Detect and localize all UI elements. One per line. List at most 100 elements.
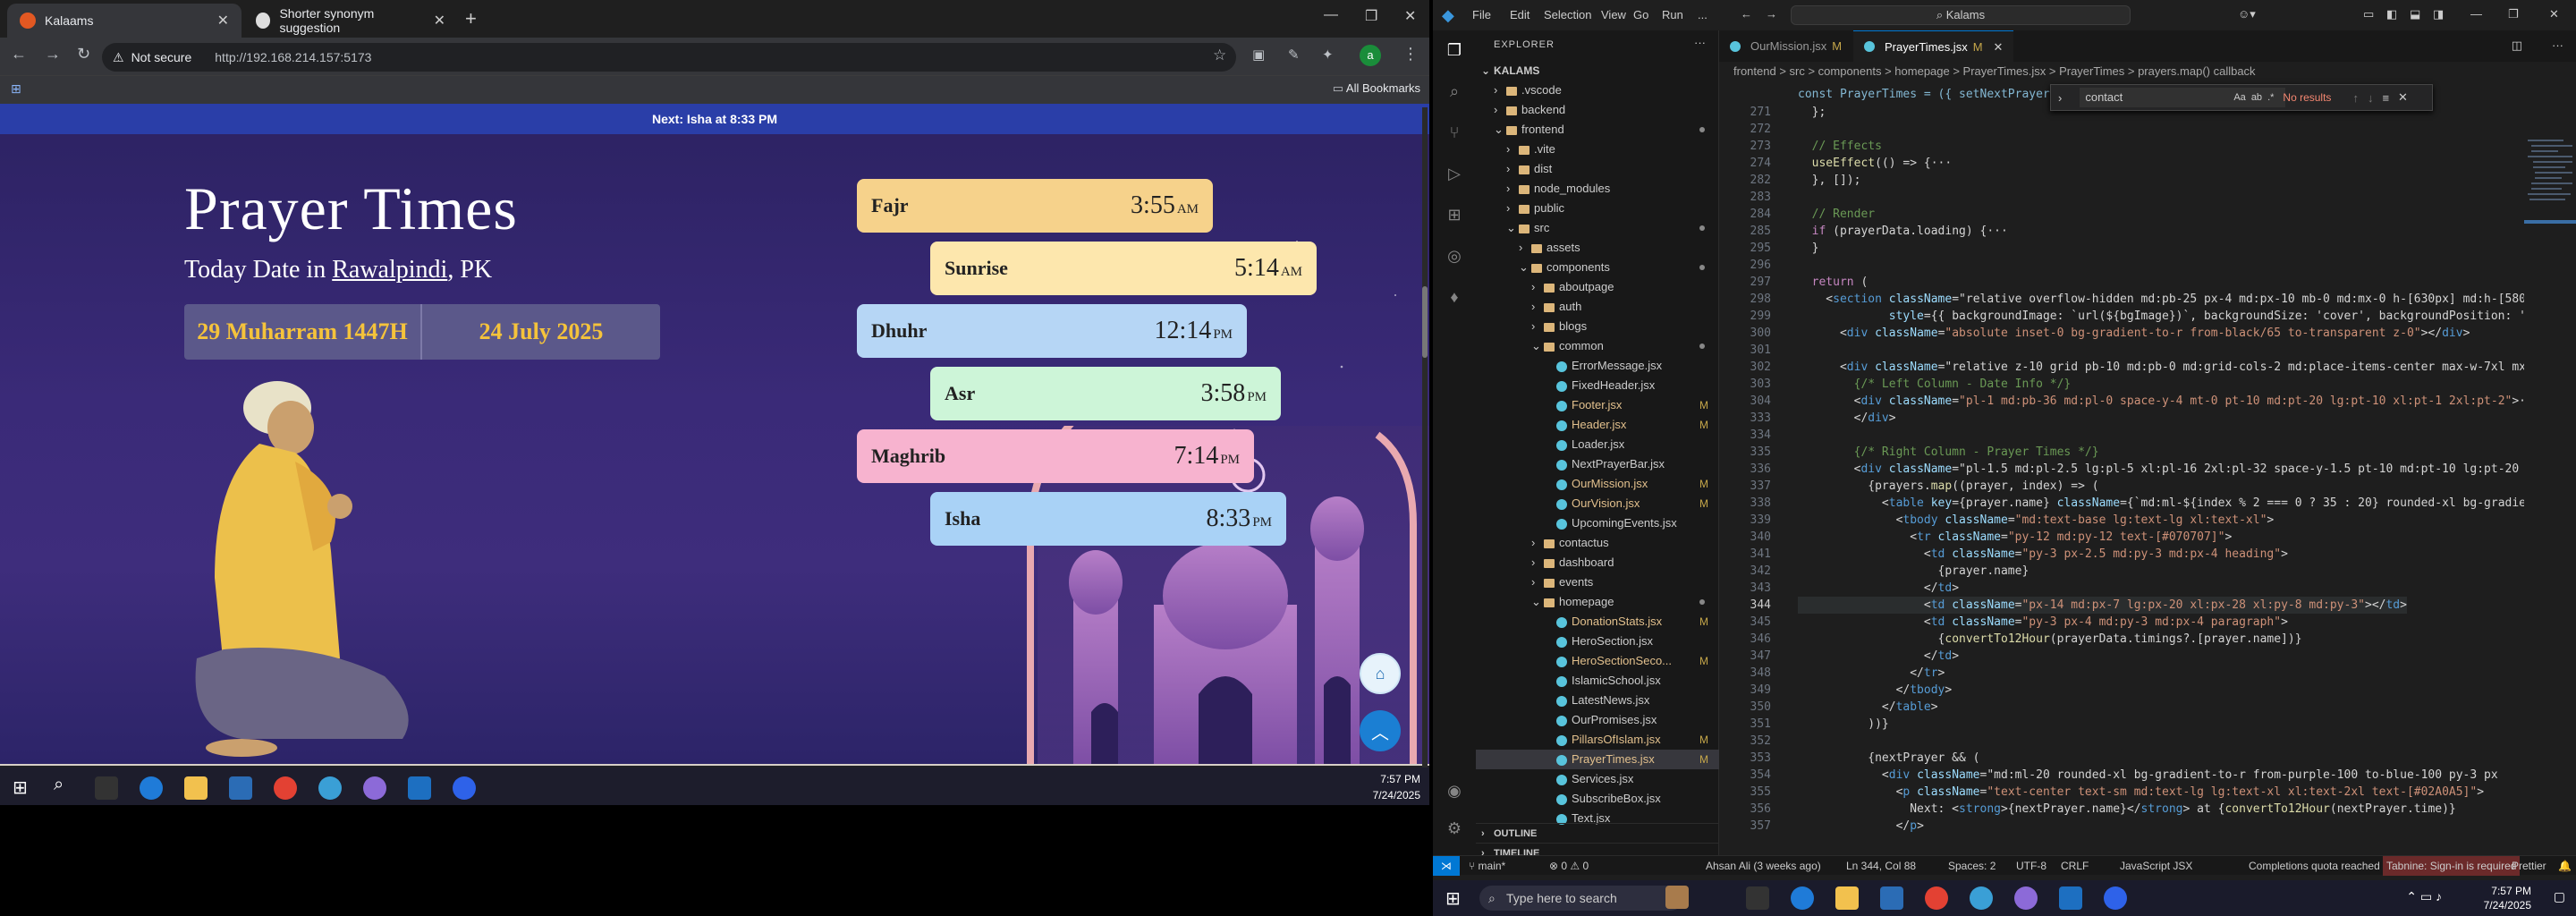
- minimap[interactable]: [2524, 86, 2576, 837]
- line-ending[interactable]: CRLF: [2061, 856, 2089, 876]
- forward-arrow-icon[interactable]: →: [1766, 7, 1777, 21]
- tree-folder-blogs[interactable]: › blogs: [1476, 317, 1719, 336]
- tree-file-errormessage-jsx[interactable]: ErrorMessage.jsx: [1476, 356, 1719, 376]
- windows-start-icon[interactable]: ⊞: [13, 776, 28, 799]
- tree-folder-vite[interactable]: › .vite: [1476, 140, 1719, 159]
- tree-folder-public[interactable]: › public: [1476, 199, 1719, 218]
- indentation[interactable]: Spaces: 2: [1948, 856, 1996, 876]
- encoding[interactable]: UTF-8: [2016, 856, 2046, 876]
- menu-icon[interactable]: ⋮: [1402, 45, 1419, 64]
- tree-folder-auth[interactable]: › auth: [1476, 297, 1719, 317]
- tree-folder-src[interactable]: ⌄ src: [1476, 218, 1719, 238]
- menu-item-selection[interactable]: Selection: [1544, 8, 1591, 21]
- prettier-status[interactable]: Prettier: [2512, 856, 2546, 876]
- vscode-icon[interactable]: [408, 776, 431, 800]
- all-bookmarks-button[interactable]: ▭ All Bookmarks: [1333, 81, 1420, 96]
- tree-folder-dashboard[interactable]: › dashboard: [1476, 553, 1719, 572]
- close-tab-icon[interactable]: ✕: [217, 12, 229, 30]
- settings-gear-icon[interactable]: ⚙: [1444, 819, 1465, 841]
- address-bar[interactable]: ⚠ Not secure http://192.168.214.157:5173: [102, 43, 1236, 72]
- tree-file-ourpromises-jsx[interactable]: OurPromises.jsx: [1476, 710, 1719, 730]
- breadcrumb[interactable]: frontend > src > components > homepage >…: [1719, 62, 2576, 81]
- back-icon[interactable]: ←: [11, 45, 27, 64]
- tree-folder-assets[interactable]: › assets: [1476, 238, 1719, 258]
- editor-tab-ourmission[interactable]: OurMission.jsx M: [1719, 30, 1852, 62]
- cursor-position[interactable]: Ln 344, Col 88: [1846, 856, 1916, 876]
- search-icon[interactable]: ⌕: [1444, 82, 1465, 104]
- tree-file-fixedheader-jsx[interactable]: FixedHeader.jsx: [1476, 376, 1719, 395]
- tree-folder-common[interactable]: ⌄ common: [1476, 336, 1719, 356]
- toggle-panel-icon[interactable]: ⬓: [2410, 7, 2420, 21]
- github-icon[interactable]: [363, 776, 386, 800]
- zoom-icon[interactable]: [2104, 886, 2127, 910]
- close-window-icon[interactable]: ✕: [1404, 7, 1416, 25]
- more-actions-icon[interactable]: ···: [1694, 36, 1706, 49]
- tree-folder-backend[interactable]: › backend: [1476, 100, 1719, 120]
- file-explorer-icon[interactable]: [1835, 886, 1859, 910]
- bookmark-star-icon[interactable]: ☆: [1213, 47, 1226, 64]
- close-window-icon[interactable]: ✕: [2549, 7, 2559, 21]
- account-icon[interactable]: ◉: [1444, 782, 1465, 803]
- taskbar-clock[interactable]: 7:57 PM 7/24/2025: [2484, 884, 2531, 912]
- whole-word-icon[interactable]: ab: [2251, 92, 2262, 103]
- tree-file-pillarsofislam-jsx[interactable]: PillarsOfIslam.jsx M: [1476, 730, 1719, 750]
- tree-file-ourvision-jsx[interactable]: OurVision.jsx M: [1476, 494, 1719, 513]
- store-icon[interactable]: [229, 776, 252, 800]
- tree-file-subscribebox-jsx[interactable]: SubscribeBox.jsx: [1476, 789, 1719, 809]
- vscode-icon[interactable]: [2059, 886, 2082, 910]
- tree-folder-events[interactable]: › events: [1476, 572, 1719, 592]
- remote-icon[interactable]: ◎: [1444, 247, 1465, 268]
- code-editor[interactable]: const PrayerTimes = ({ setNextPrayer, ne…: [1719, 86, 2576, 837]
- close-tab-icon[interactable]: ✕: [434, 12, 445, 30]
- previous-match-icon[interactable]: ↑: [2352, 91, 2359, 105]
- task-view-icon[interactable]: [1746, 886, 1769, 910]
- tree-file-upcomingevents-jsx[interactable]: UpcomingEvents.jsx: [1476, 513, 1719, 533]
- search-icon[interactable]: ⌕: [54, 775, 64, 795]
- pen-icon[interactable]: ✎: [1288, 47, 1300, 63]
- github-icon[interactable]: [2014, 886, 2038, 910]
- edge-icon[interactable]: [1791, 886, 1814, 910]
- tree-file-footer-jsx[interactable]: Footer.jsx M: [1476, 395, 1719, 415]
- task-view-icon[interactable]: [95, 776, 118, 800]
- chevron-right-icon[interactable]: ›: [2058, 91, 2062, 105]
- tree-folder-homepage[interactable]: ⌄ homepage: [1476, 592, 1719, 612]
- outline-section[interactable]: › OUTLINE: [1476, 823, 1719, 843]
- tree-file-nextprayerbar-jsx[interactable]: NextPrayerBar.jsx: [1476, 454, 1719, 474]
- mosque-fab-button[interactable]: ⌂: [1360, 653, 1401, 694]
- profile-avatar[interactable]: a: [1360, 45, 1381, 66]
- close-tab-icon[interactable]: ✕: [1994, 31, 2004, 63]
- regex-icon[interactable]: .*: [2267, 92, 2274, 103]
- forward-icon[interactable]: →: [45, 45, 61, 64]
- problems-status[interactable]: ⊗ 0 ⚠ 0: [1549, 856, 1589, 876]
- tree-folder-components[interactable]: ⌄ components: [1476, 258, 1719, 277]
- windows-start-icon[interactable]: ⊞: [1445, 887, 1461, 910]
- tree-folder-vscode[interactable]: › .vscode: [1476, 81, 1719, 100]
- source-control-icon[interactable]: ⑂: [1444, 123, 1465, 145]
- menu-item-edit[interactable]: Edit: [1510, 8, 1530, 21]
- find-in-selection-icon[interactable]: ≡: [2382, 91, 2389, 105]
- page-scrollbar[interactable]: [1422, 107, 1428, 769]
- layout-icon[interactable]: ▭: [2363, 7, 2374, 21]
- minimize-icon[interactable]: —: [2470, 7, 2482, 21]
- branch-status[interactable]: ⑂ main*: [1469, 856, 1505, 876]
- tree-file-ourmission-jsx[interactable]: OurMission.jsx M: [1476, 474, 1719, 494]
- tree-file-donationstats-jsx[interactable]: DonationStats.jsx M: [1476, 612, 1719, 632]
- copilot-icon[interactable]: ☺▾: [2238, 7, 2256, 21]
- system-tray-icons[interactable]: ⌃ ▭ ♪: [2406, 889, 2442, 904]
- tree-file-herosectionseco[interactable]: HeroSectionSeco... M: [1476, 651, 1719, 671]
- chrome-icon[interactable]: [274, 776, 297, 800]
- reload-icon[interactable]: ↻: [77, 45, 90, 64]
- new-tab-icon[interactable]: +: [465, 7, 477, 30]
- menu-item-file[interactable]: File: [1472, 8, 1491, 21]
- tree-file-latestnews-jsx[interactable]: LatestNews.jsx: [1476, 691, 1719, 710]
- maximize-icon[interactable]: ❐: [1365, 7, 1377, 25]
- close-find-icon[interactable]: ✕: [2398, 90, 2408, 105]
- search-highlight-icon[interactable]: [1665, 886, 1689, 909]
- taskbar-search-box[interactable]: ⌕ Type here to search: [1479, 886, 1683, 911]
- language-mode[interactable]: JavaScript JSX: [2120, 856, 2192, 876]
- tabnine-status[interactable]: Tabnine: Sign-in is required: [2383, 856, 2521, 876]
- taskbar-clock[interactable]: 7:57 PM 7/24/2025: [1373, 771, 1420, 803]
- tree-folder-aboutpage[interactable]: › aboutpage: [1476, 277, 1719, 297]
- app-icon[interactable]: [318, 776, 342, 800]
- tree-file-services-jsx[interactable]: Services.jsx: [1476, 769, 1719, 789]
